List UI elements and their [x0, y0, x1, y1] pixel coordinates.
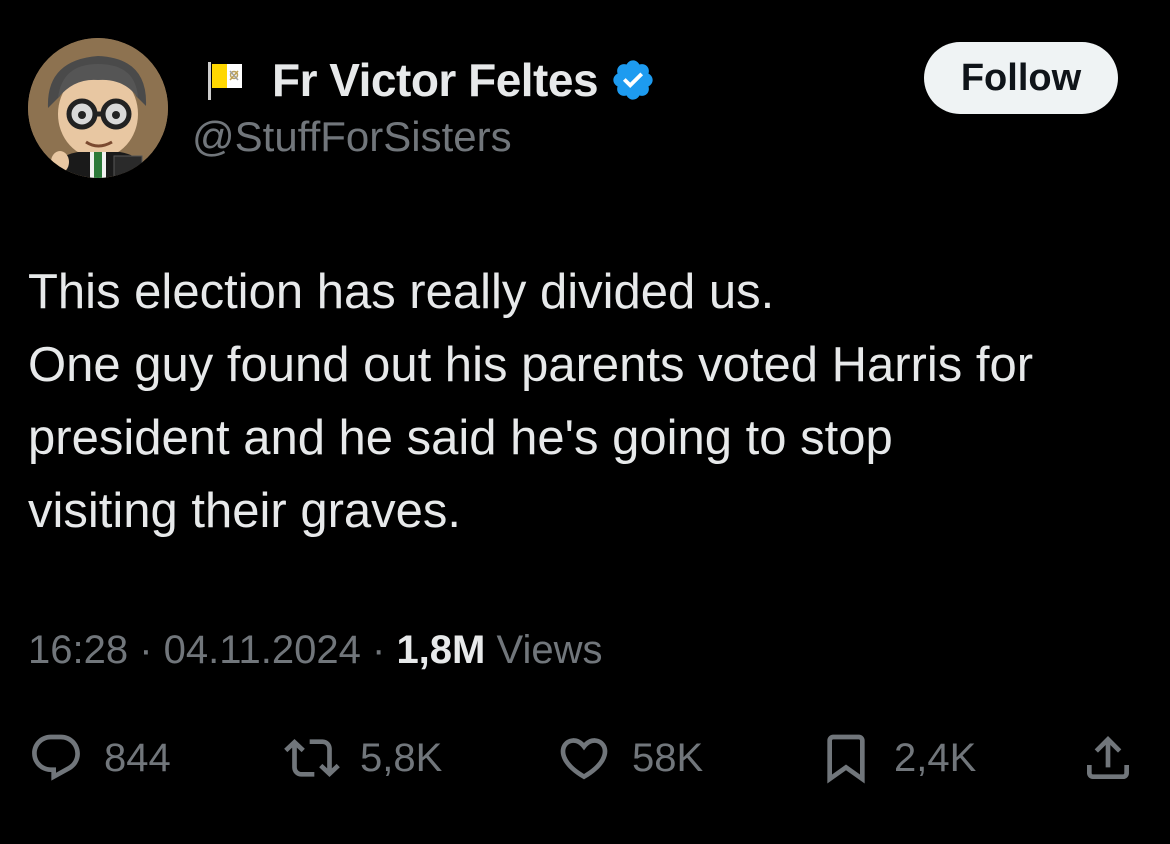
- bookmark-icon: [827, 734, 865, 784]
- repost-button[interactable]: 5,8K: [284, 726, 442, 790]
- tweet-text: This election has really divided us. One…: [28, 256, 1158, 548]
- bookmark-button[interactable]: 2,4K: [818, 726, 976, 790]
- tweet-text-line: president and he said he's going to stop: [28, 411, 893, 465]
- avatar-image: [28, 38, 168, 178]
- author-name-row: Fr Victor Feltes: [208, 52, 656, 108]
- tweet-meta: 16:28 · 04.11.2024 · 1,8M Views: [28, 628, 602, 673]
- repost-icon: [284, 739, 340, 777]
- bookmark-count: 2,4K: [894, 735, 977, 780]
- tweet-time[interactable]: 16:28: [28, 628, 128, 672]
- tweet-date[interactable]: 04.11.2024: [164, 628, 361, 672]
- reply-count: 844: [104, 735, 171, 780]
- author-handle[interactable]: @StuffForSisters: [192, 113, 512, 161]
- heart-icon: [560, 738, 608, 780]
- action-bar: 844 5,8K 58K 2,4K: [0, 726, 1170, 790]
- avatar[interactable]: [28, 38, 168, 178]
- reply-button[interactable]: 844: [28, 726, 171, 790]
- meta-separator: ·: [128, 628, 164, 672]
- follow-button[interactable]: Follow: [924, 42, 1118, 114]
- vatican-flag-icon: [208, 62, 242, 100]
- tweet-text-line: visiting their graves.: [28, 484, 462, 538]
- verified-badge-icon[interactable]: [610, 57, 656, 103]
- tweet-text-line: This election has really divided us.: [28, 265, 775, 319]
- meta-separator: ·: [360, 628, 397, 672]
- views-label: Views: [485, 628, 603, 672]
- tweet-text-line: One guy found out his parents voted Harr…: [28, 338, 1034, 392]
- share-icon: [1087, 736, 1129, 779]
- like-button[interactable]: 58K: [556, 726, 703, 790]
- repost-count: 5,8K: [360, 735, 443, 780]
- like-count: 58K: [632, 735, 704, 780]
- reply-icon: [32, 734, 80, 781]
- tweet-card: Fr Victor Feltes @StuffForSisters Follow…: [0, 0, 1170, 844]
- views-count: 1,8M: [396, 628, 486, 672]
- share-button[interactable]: [1080, 726, 1136, 790]
- display-name[interactable]: Fr Victor Feltes: [272, 53, 599, 107]
